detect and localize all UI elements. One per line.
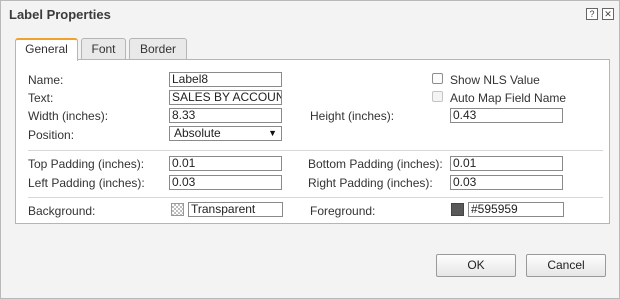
- cancel-button[interactable]: Cancel: [526, 254, 606, 277]
- text-label: Text:: [28, 91, 54, 105]
- auto-map-label: Auto Map Field Name: [450, 91, 567, 105]
- divider: [28, 197, 603, 198]
- width-field[interactable]: 8.33: [169, 108, 282, 123]
- text-field[interactable]: SALES BY ACCOUNT: [169, 90, 282, 105]
- background-label: Background:: [28, 204, 96, 218]
- position-select-value: Absolute: [174, 126, 221, 140]
- name-label: Name:: [28, 73, 64, 87]
- close-icon[interactable]: ✕: [602, 8, 614, 20]
- show-nls-label: Show NLS Value: [450, 73, 540, 87]
- foreground-color-swatch[interactable]: [451, 203, 464, 216]
- foreground-label: Foreground:: [310, 204, 376, 218]
- position-label: Position:: [28, 128, 75, 142]
- height-label: Height (inches):: [310, 109, 395, 123]
- show-nls-checkbox[interactable]: [432, 73, 443, 84]
- help-icon[interactable]: ?: [586, 8, 598, 20]
- bottom-padding-field[interactable]: 0.01: [450, 156, 563, 171]
- left-padding-field[interactable]: 0.03: [169, 175, 282, 190]
- foreground-field[interactable]: #595959: [468, 202, 564, 217]
- position-select[interactable]: Absolute ▼: [169, 126, 282, 141]
- tab-font[interactable]: Font: [81, 38, 126, 60]
- tab-border[interactable]: Border: [129, 38, 187, 60]
- label-properties-dialog: Label Properties ? ✕ General Font Border…: [0, 0, 620, 299]
- bottom-padding-label: Bottom Padding (inches):: [308, 157, 443, 171]
- right-padding-label: Right Padding (inches):: [308, 176, 433, 190]
- chevron-down-icon[interactable]: ▼: [268, 127, 277, 140]
- right-padding-field[interactable]: 0.03: [450, 175, 563, 190]
- height-field[interactable]: 0.43: [450, 108, 563, 123]
- general-panel: Name: Label8 Show NLS Value Text: SALES …: [15, 59, 610, 224]
- width-label: Width (inches):: [28, 109, 109, 123]
- top-padding-field[interactable]: 0.01: [169, 156, 282, 171]
- background-color-swatch[interactable]: [171, 203, 184, 216]
- dialog-title: Label Properties: [9, 7, 111, 22]
- background-field[interactable]: Transparent: [188, 202, 283, 217]
- tab-general[interactable]: General: [15, 38, 78, 61]
- auto-map-checkbox[interactable]: [432, 91, 443, 102]
- name-field[interactable]: Label8: [169, 72, 282, 87]
- ok-button[interactable]: OK: [436, 254, 516, 277]
- top-padding-label: Top Padding (inches):: [28, 157, 145, 171]
- left-padding-label: Left Padding (inches):: [28, 176, 145, 190]
- divider: [28, 150, 603, 151]
- dialog-titlebar[interactable]: Label Properties ? ✕: [1, 1, 619, 27]
